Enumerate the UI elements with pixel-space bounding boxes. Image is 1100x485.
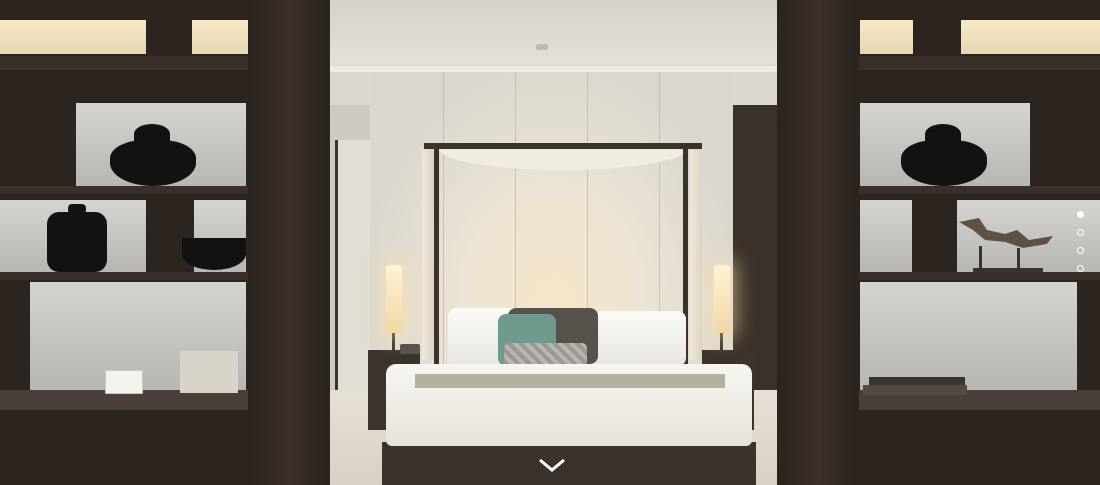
hero-photo xyxy=(0,0,1100,485)
black-vase xyxy=(110,140,196,186)
telephone xyxy=(400,344,420,354)
book-stack xyxy=(863,385,967,395)
pillow-white-right xyxy=(594,311,686,366)
jar-lid xyxy=(68,204,86,214)
shelf-board xyxy=(859,56,1100,70)
shelf-light-strip xyxy=(192,20,248,54)
canopy-frame xyxy=(424,143,702,149)
wood-pillar-left xyxy=(248,0,330,485)
shelf-light-strip xyxy=(961,20,1100,54)
wood-pillar-right xyxy=(777,0,859,485)
black-bowl xyxy=(182,238,246,270)
chevron-down-icon[interactable] xyxy=(538,456,566,474)
photo-book xyxy=(180,351,238,393)
dot-icon[interactable] xyxy=(1076,265,1084,272)
shelf-cubby xyxy=(860,200,912,272)
canopy-curtain-left xyxy=(422,150,434,360)
shelf-board xyxy=(0,272,248,280)
shelf-cubby xyxy=(860,282,1077,390)
book-stack xyxy=(869,377,965,385)
shelf-board xyxy=(859,186,1100,194)
shelf-board xyxy=(0,56,248,70)
dot-icon[interactable] xyxy=(1076,229,1084,236)
vase-neck xyxy=(925,124,961,144)
lidded-jar xyxy=(47,212,107,272)
dot-icon[interactable] xyxy=(1076,247,1084,254)
smoke-detector xyxy=(536,44,548,50)
left-door xyxy=(335,140,370,390)
shelf-board xyxy=(0,186,248,194)
vase-neck xyxy=(134,124,170,144)
shelf-unit-right xyxy=(777,0,1100,485)
lamp-stem-left xyxy=(392,333,395,353)
driftwood-sculpture xyxy=(959,218,1053,272)
tent-card xyxy=(105,370,143,394)
shelf-light-strip xyxy=(0,20,146,54)
carousel-indicators xyxy=(1075,211,1085,272)
canopy-curtain-right xyxy=(690,150,702,360)
black-vase xyxy=(901,140,987,186)
bed-frame xyxy=(382,442,756,485)
lamp-right xyxy=(714,265,730,333)
shelf-light-strip xyxy=(860,20,913,54)
bed-runner xyxy=(415,374,725,388)
lamp-left xyxy=(386,265,402,333)
shelf-unit-left xyxy=(0,0,330,485)
dot-icon[interactable] xyxy=(1076,211,1084,218)
lamp-stem-right xyxy=(720,333,723,353)
